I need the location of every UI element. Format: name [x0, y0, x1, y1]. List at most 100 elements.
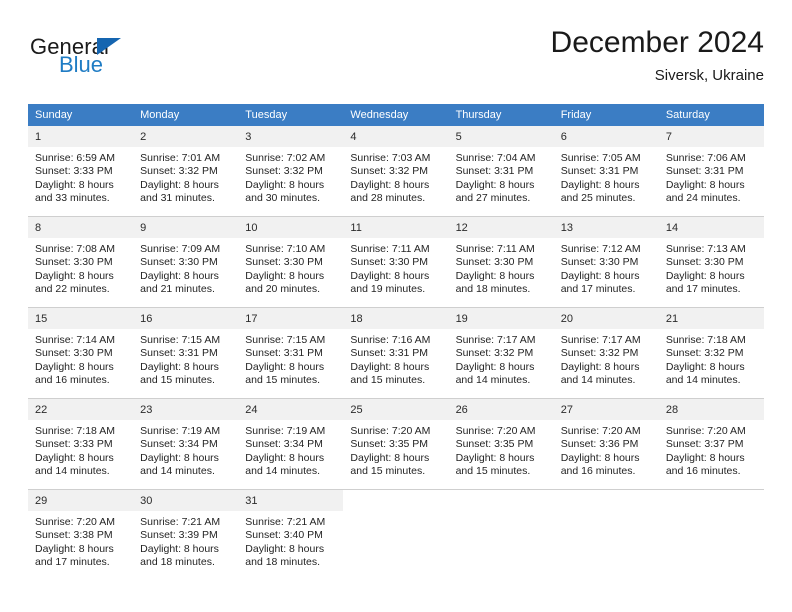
daylight-text-line2: and 31 minutes.: [140, 192, 215, 205]
sunrise-text: Sunrise: 7:21 AM: [140, 516, 221, 528]
sunrise-text: Sunrise: 7:15 AM: [140, 334, 221, 346]
weekday-header-wednesday: Wednesday: [343, 104, 449, 126]
sunrise-text: Sunrise: 7:09 AM: [140, 243, 221, 255]
calendar-day-cell[interactable]: 6 Sunrise: 7:05 AM Sunset: 3:31 PM Daylight…: [553, 126, 659, 217]
daylight-text-line2: and 14 minutes.: [245, 465, 320, 478]
daylight-text-line2: and 20 minutes.: [245, 283, 320, 296]
daylight-text-line2: and 14 minutes.: [560, 374, 636, 387]
day-number: 31: [238, 490, 344, 511]
calendar-day-cell[interactable]: 17 Sunrise: 7:15 AM Sunset: 3:31 PM Dayligh…: [238, 307, 344, 399]
sunrise-text: Sunrise: 7:17 AM: [455, 334, 536, 346]
sunset-text: Sunset: 3:35 PM: [350, 438, 429, 451]
daylight-text-line1: Daylight: 8 hours: [350, 178, 430, 191]
sunset-text: Sunset: 3:40 PM: [245, 529, 323, 542]
day-cell-inner: 24 Sunrise: 7:19 AM Sunset: 3:34 PM Dayligh…: [238, 399, 344, 488]
calendar-day-cell[interactable]: 31 Sunrise: 7:21 AM Sunset: 3:40 PM Dayligh…: [238, 489, 344, 580]
day-details: Sunrise: 7:10 AM Sunset: 3:30 PM Daylight:…: [238, 238, 343, 297]
daylight-text-line2: and 15 minutes.: [140, 374, 215, 387]
sunrise-text: Sunrise: 7:20 AM: [665, 425, 746, 437]
sunset-text: Sunset: 3:30 PM: [455, 256, 534, 269]
sunrise-text: Sunrise: 6:59 AM: [35, 152, 115, 164]
calendar-day-cell[interactable]: 16 Sunrise: 7:15 AM Sunset: 3:31 PM Dayligh…: [133, 307, 239, 399]
calendar-day-cell[interactable]: 13 Sunrise: 7:12 AM Sunset: 3:30 PM Dayligh…: [553, 216, 659, 308]
calendar-day-cell[interactable]: 15 Sunrise: 7:14 AM Sunset: 3:30 PM Dayligh…: [28, 307, 134, 399]
day-details: Sunrise: 7:20 AM Sunset: 3:35 PM Daylight:…: [343, 420, 448, 479]
day-details: Sunrise: 7:15 AM Sunset: 3:31 PM Daylight:…: [133, 329, 238, 388]
daylight-text-line1: Daylight: 8 hours: [140, 269, 219, 282]
day-cell-inner: 4 Sunrise: 7:03 AM Sunset: 3:32 PM Daylight…: [343, 126, 449, 215]
sunrise-text: Sunrise: 7:11 AM: [455, 243, 535, 255]
daylight-text-line1: Daylight: 8 hours: [560, 451, 640, 464]
daylight-text-line2: and 18 minutes.: [140, 556, 215, 569]
calendar-day-cell[interactable]: 24 Sunrise: 7:19 AM Sunset: 3:34 PM Dayligh…: [238, 398, 344, 490]
calendar-day-cell[interactable]: 28 Sunrise: 7:20 AM Sunset: 3:37 PM Dayligh…: [658, 398, 764, 490]
calendar-day-cell[interactable]: 29 Sunrise: 7:20 AM Sunset: 3:38 PM Dayligh…: [28, 489, 134, 580]
calendar-day-cell[interactable]: 20 Sunrise: 7:17 AM Sunset: 3:32 PM Dayligh…: [553, 307, 659, 399]
sunset-text: Sunset: 3:30 PM: [350, 256, 429, 269]
calendar-day-cell[interactable]: 2 Sunrise: 7:01 AM Sunset: 3:32 PM Daylight…: [133, 126, 239, 217]
calendar-day-cell[interactable]: 9 Sunrise: 7:09 AM Sunset: 3:30 PM Daylight…: [133, 216, 239, 308]
calendar-day-cell[interactable]: 4 Sunrise: 7:03 AM Sunset: 3:32 PM Daylight…: [343, 126, 449, 217]
daylight-text-line1: Daylight: 8 hours: [245, 178, 325, 191]
sunrise-text: Sunrise: 7:19 AM: [140, 425, 221, 437]
sunrise-text: Sunrise: 7:20 AM: [350, 425, 431, 437]
calendar-day-cell[interactable]: 10 Sunrise: 7:10 AM Sunset: 3:30 PM Dayligh…: [238, 216, 344, 308]
daylight-text-line2: and 24 minutes.: [665, 192, 741, 205]
day-cell-inner: 28 Sunrise: 7:20 AM Sunset: 3:37 PM Dayligh…: [658, 399, 764, 488]
day-number: 23: [133, 399, 239, 420]
calendar-day-cell[interactable]: 8 Sunrise: 7:08 AM Sunset: 3:30 PM Daylight…: [28, 216, 134, 308]
daylight-text-line1: Daylight: 8 hours: [245, 542, 325, 555]
sunset-text: Sunset: 3:31 PM: [560, 165, 639, 178]
day-cell-inner: [448, 490, 554, 579]
day-cell-inner: [553, 490, 659, 579]
calendar-day-cell[interactable]: 23 Sunrise: 7:19 AM Sunset: 3:34 PM Dayligh…: [133, 398, 239, 490]
general-blue-logo[interactable]: General Blue: [30, 34, 260, 90]
day-cell-inner: [343, 490, 449, 579]
daylight-text-line1: Daylight: 8 hours: [350, 360, 430, 373]
calendar-day-cell[interactable]: 25 Sunrise: 7:20 AM Sunset: 3:35 PM Dayligh…: [343, 398, 449, 490]
day-details: Sunrise: 7:08 AM Sunset: 3:30 PM Daylight:…: [28, 238, 133, 297]
daylight-text-line1: Daylight: 8 hours: [35, 178, 114, 191]
day-cell-inner: 9 Sunrise: 7:09 AM Sunset: 3:30 PM Daylight…: [133, 217, 239, 306]
sunrise-text: Sunrise: 7:20 AM: [560, 425, 641, 437]
day-cell-inner: 5 Sunrise: 7:04 AM Sunset: 3:31 PM Daylight…: [448, 126, 554, 215]
day-details: Sunrise: 7:21 AM Sunset: 3:39 PM Daylight:…: [133, 511, 238, 570]
calendar-day-cell[interactable]: 12 Sunrise: 7:11 AM Sunset: 3:30 PM Dayligh…: [448, 216, 554, 308]
sunset-text: Sunset: 3:30 PM: [665, 256, 744, 269]
sunset-text: Sunset: 3:32 PM: [350, 165, 429, 178]
daylight-text-line1: Daylight: 8 hours: [140, 178, 219, 191]
sunset-text: Sunset: 3:36 PM: [560, 438, 639, 451]
calendar-day-cell[interactable]: 22 Sunrise: 7:18 AM Sunset: 3:33 PM Dayligh…: [28, 398, 134, 490]
calendar-day-cell[interactable]: 27 Sunrise: 7:20 AM Sunset: 3:36 PM Dayligh…: [553, 398, 659, 490]
sunrise-text: Sunrise: 7:02 AM: [245, 152, 326, 164]
day-cell-inner: 25 Sunrise: 7:20 AM Sunset: 3:35 PM Dayligh…: [343, 399, 449, 488]
daylight-text-line2: and 15 minutes.: [350, 374, 426, 387]
calendar-day-cell[interactable]: 11 Sunrise: 7:11 AM Sunset: 3:30 PM Dayligh…: [343, 216, 449, 308]
day-details: Sunrise: 7:03 AM Sunset: 3:32 PM Daylight:…: [343, 147, 448, 206]
day-number: [449, 490, 554, 511]
daylight-text-line2: and 14 minutes.: [455, 374, 531, 387]
sunrise-text: Sunrise: 7:01 AM: [140, 152, 221, 164]
sunrise-text: Sunrise: 7:16 AM: [350, 334, 431, 346]
calendar-day-cell[interactable]: 26 Sunrise: 7:20 AM Sunset: 3:35 PM Dayligh…: [448, 398, 554, 490]
calendar-day-cell[interactable]: 5 Sunrise: 7:04 AM Sunset: 3:31 PM Daylight…: [448, 126, 554, 217]
calendar-week-row: 29 Sunrise: 7:20 AM Sunset: 3:38 PM Dayligh…: [28, 489, 764, 580]
day-cell-inner: 30 Sunrise: 7:21 AM Sunset: 3:39 PM Dayligh…: [133, 490, 239, 579]
daylight-text-line1: Daylight: 8 hours: [350, 451, 430, 464]
calendar-day-cell[interactable]: 14 Sunrise: 7:13 AM Sunset: 3:30 PM Dayligh…: [658, 216, 764, 308]
day-number: 25: [343, 399, 449, 420]
day-details: Sunrise: 7:17 AM Sunset: 3:32 PM Daylight:…: [449, 329, 554, 388]
calendar-day-cell[interactable]: 18 Sunrise: 7:16 AM Sunset: 3:31 PM Dayligh…: [343, 307, 449, 399]
daylight-text-line2: and 15 minutes.: [455, 465, 531, 478]
sunrise-text: Sunrise: 7:15 AM: [245, 334, 326, 346]
day-details: Sunrise: 7:11 AM Sunset: 3:30 PM Daylight:…: [449, 238, 554, 297]
calendar-day-cell[interactable]: 3 Sunrise: 7:02 AM Sunset: 3:32 PM Daylight…: [238, 126, 344, 217]
calendar-day-cell[interactable]: 30 Sunrise: 7:21 AM Sunset: 3:39 PM Dayligh…: [133, 489, 239, 580]
day-number: [343, 490, 448, 511]
calendar-day-cell[interactable]: 19 Sunrise: 7:17 AM Sunset: 3:32 PM Dayligh…: [448, 307, 554, 399]
calendar-day-cell[interactable]: 7 Sunrise: 7:06 AM Sunset: 3:31 PM Daylight…: [658, 126, 764, 217]
calendar-day-cell[interactable]: 21 Sunrise: 7:18 AM Sunset: 3:32 PM Dayligh…: [658, 307, 764, 399]
calendar-day-cell-empty: [658, 489, 764, 580]
day-details: Sunrise: 7:20 AM Sunset: 3:35 PM Daylight:…: [449, 420, 554, 479]
calendar-day-cell[interactable]: 1 Sunrise: 6:59 AM Sunset: 3:33 PM Daylight…: [28, 126, 134, 217]
